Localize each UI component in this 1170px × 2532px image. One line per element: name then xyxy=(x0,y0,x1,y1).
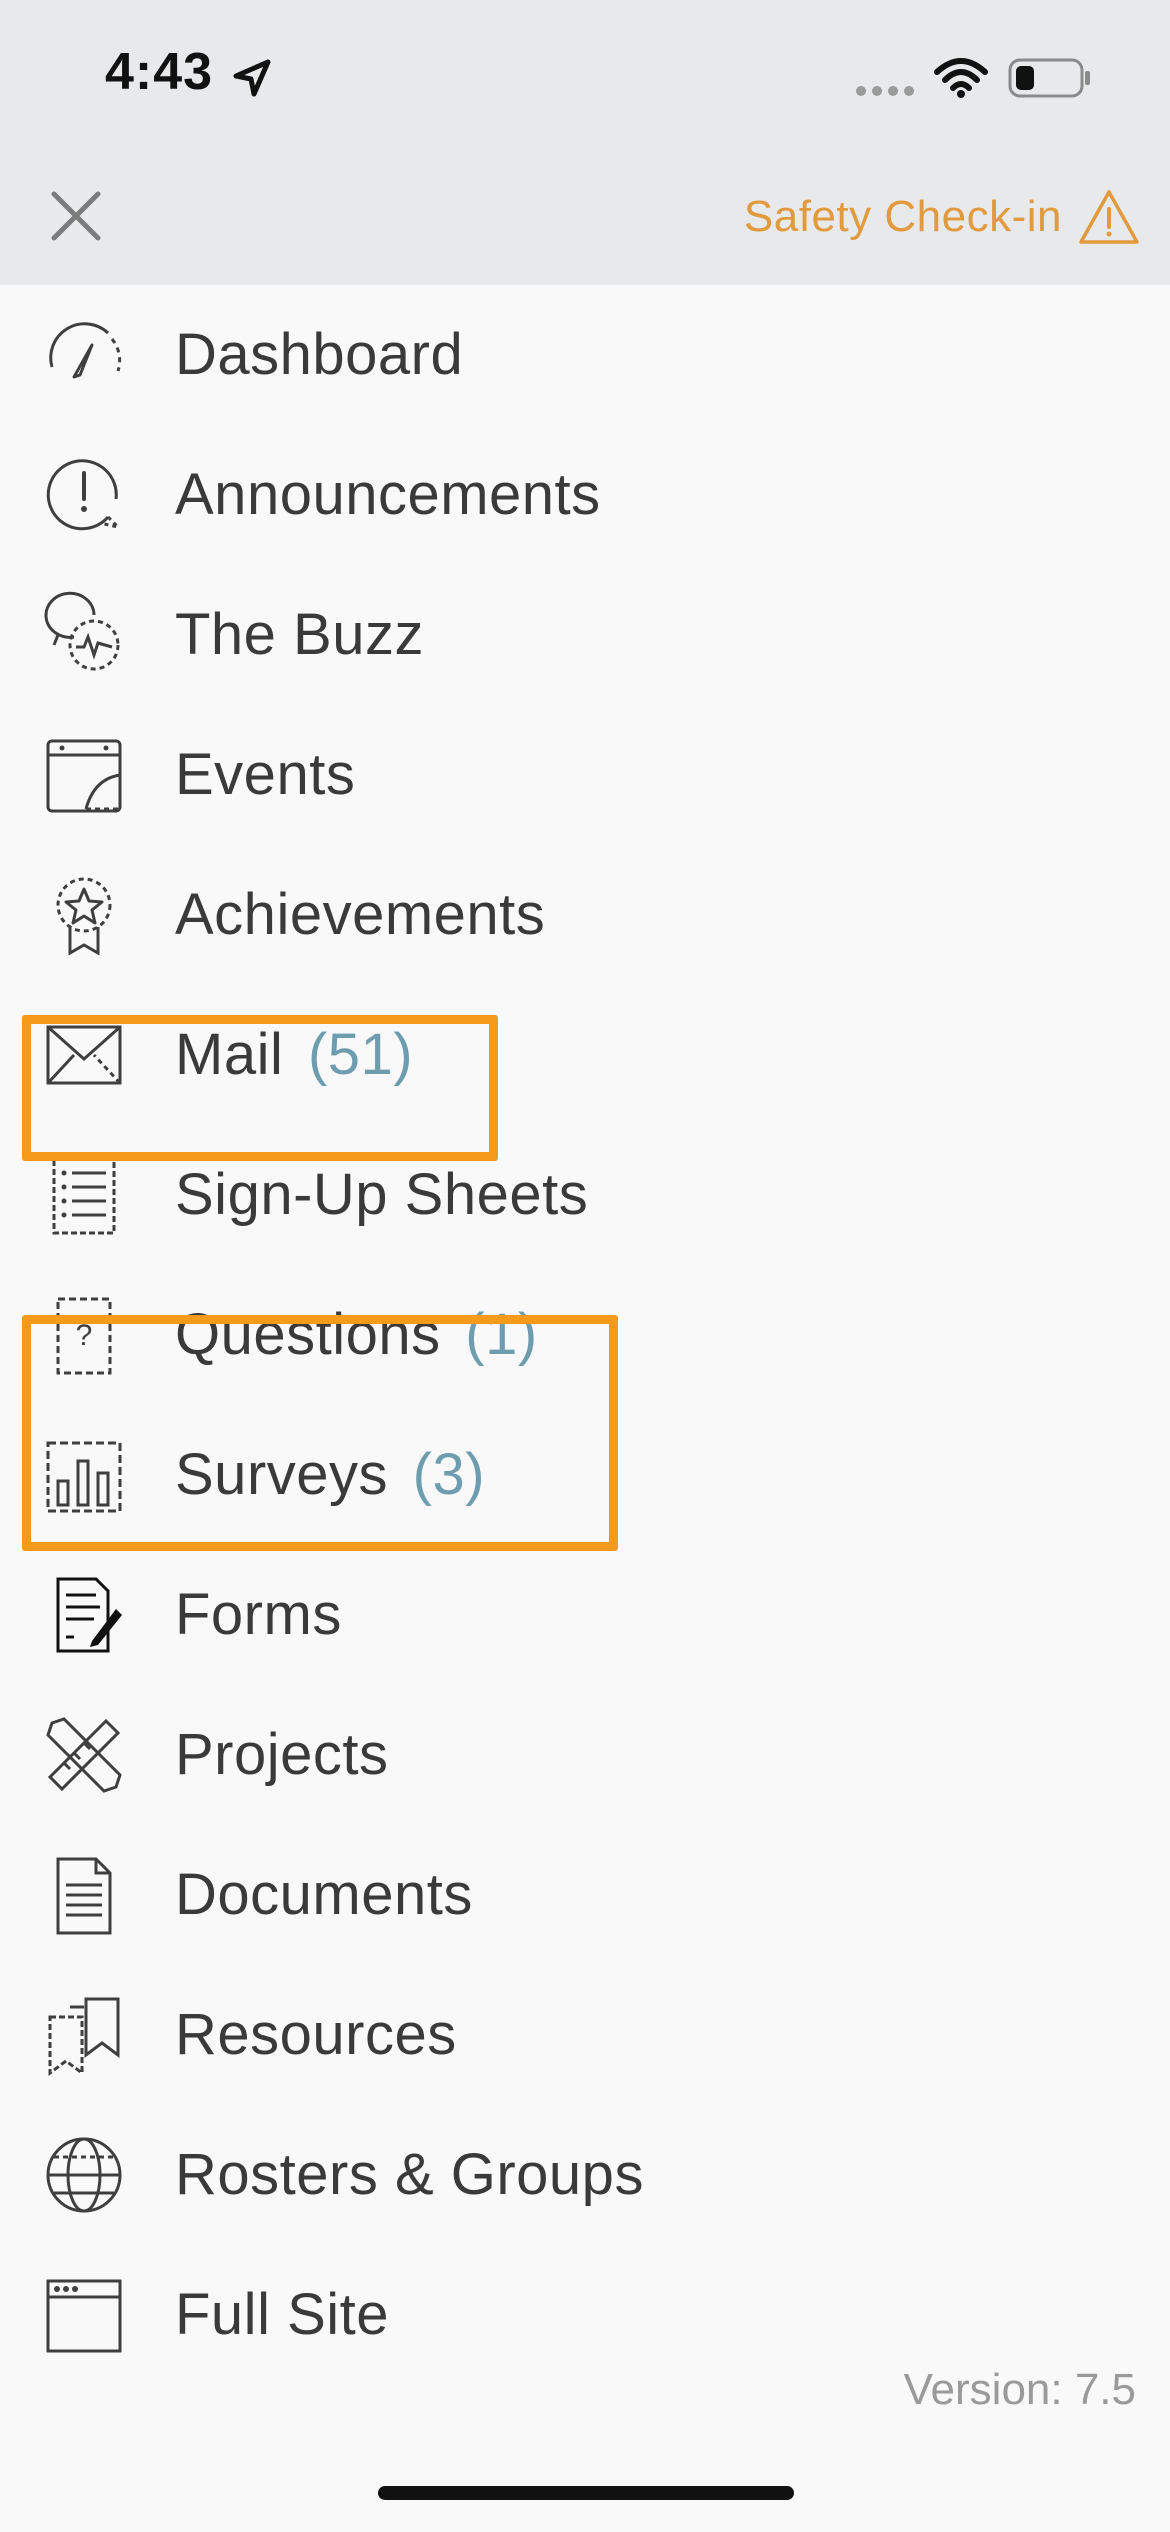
menu-item-the-buzz[interactable]: The Buzz xyxy=(0,565,1000,705)
menu-item-rosters-groups[interactable]: Rosters & Groups xyxy=(0,2105,1000,2245)
close-icon xyxy=(51,191,101,241)
cellular-signal-icon xyxy=(856,86,914,96)
warning-triangle-icon xyxy=(1079,190,1139,244)
menu-label-announcements: Announcements xyxy=(175,462,601,527)
menu-label-events: Events xyxy=(175,742,356,807)
wifi-icon xyxy=(934,58,988,98)
menu-item-events[interactable]: Events xyxy=(0,705,1000,845)
menu-label-mail: Mail xyxy=(175,1022,284,1087)
menu-item-full-site[interactable]: Full Site xyxy=(0,2245,1000,2360)
menu-item-resources[interactable]: Resources xyxy=(0,1965,1000,2105)
questions-count-badge: (1) xyxy=(465,1302,538,1367)
announcement-bubble-icon xyxy=(46,459,123,531)
question-doc-icon: ? xyxy=(56,1297,112,1375)
document-icon xyxy=(56,1857,112,1935)
status-time: 4:43 xyxy=(105,43,214,101)
top-bar: 4:43 Safety Check-in xyxy=(0,0,1170,285)
buzz-chat-icon xyxy=(44,591,120,671)
envelope-icon xyxy=(46,1025,122,1085)
menu-item-documents[interactable]: Documents xyxy=(0,1825,1000,1965)
safety-check-in-button[interactable]: Safety Check-in xyxy=(744,182,1140,252)
calendar-icon xyxy=(46,739,122,813)
app-version: Version: 7.5 xyxy=(903,2365,1136,2414)
menu-label-achievements: Achievements xyxy=(175,882,546,947)
close-button[interactable] xyxy=(48,188,104,244)
menu-label-the-buzz: The Buzz xyxy=(175,602,424,667)
battery-icon xyxy=(1008,58,1090,98)
menu-item-surveys[interactable]: Surveys (3) xyxy=(0,1405,1000,1545)
menu-item-mail[interactable]: Mail (51) xyxy=(0,985,1000,1125)
bookmarks-icon xyxy=(48,1997,120,2076)
bar-chart-icon xyxy=(46,1441,122,1513)
menu-label-resources: Resources xyxy=(175,2002,457,2067)
form-pen-icon xyxy=(56,1577,122,1653)
menu-label-surveys: Surveys xyxy=(175,1442,389,1507)
menu-item-sign-up-sheets[interactable]: Sign-Up Sheets xyxy=(0,1125,1000,1265)
checklist-icon xyxy=(52,1157,116,1235)
menu-item-questions[interactable]: ? Questions (1) xyxy=(0,1265,1000,1405)
globe-icon xyxy=(46,2137,122,2213)
menu-label-questions: Questions xyxy=(175,1302,441,1367)
menu-label-projects: Projects xyxy=(175,1722,389,1787)
menu-item-projects[interactable]: Projects xyxy=(0,1685,1000,1825)
dashboard-gauge-icon xyxy=(49,322,122,379)
navigation-menu: Dashboard Announcements The Buzz Events xyxy=(0,285,1170,2360)
surveys-count-badge: (3) xyxy=(412,1442,486,1507)
home-indicator[interactable] xyxy=(378,2486,794,2500)
menu-item-achievements[interactable]: Achievements xyxy=(0,845,1000,985)
menu-label-full-site: Full Site xyxy=(175,2282,390,2347)
ruler-pencil-icon xyxy=(46,1717,122,1793)
menu-label-rosters-groups: Rosters & Groups xyxy=(175,2142,644,2207)
location-arrow-icon xyxy=(233,59,271,97)
menu-item-dashboard[interactable]: Dashboard xyxy=(0,285,1000,425)
menu-item-announcements[interactable]: Announcements xyxy=(0,425,1000,565)
award-ribbon-icon xyxy=(56,877,112,956)
menu-item-forms[interactable]: Forms xyxy=(0,1545,1000,1685)
browser-window-icon xyxy=(46,2279,122,2353)
menu-label-dashboard: Dashboard xyxy=(175,322,464,387)
svg-text:?: ? xyxy=(76,1319,93,1352)
menu-label-sign-up-sheets: Sign-Up Sheets xyxy=(175,1162,589,1227)
menu-label-forms: Forms xyxy=(175,1582,342,1647)
menu-label-documents: Documents xyxy=(175,1862,473,1927)
safety-check-in-label: Safety Check-in xyxy=(743,192,1062,241)
mail-count-badge: (51) xyxy=(307,1022,414,1087)
